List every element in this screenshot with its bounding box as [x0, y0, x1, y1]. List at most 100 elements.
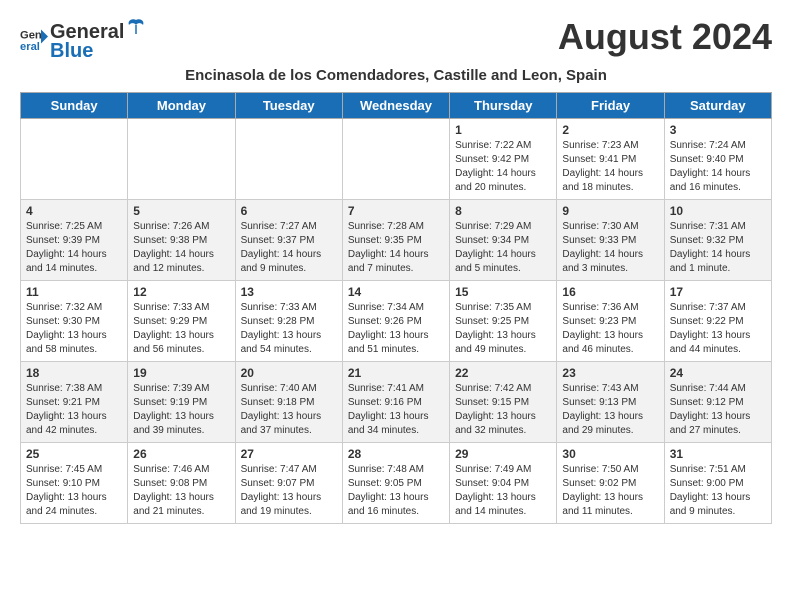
- table-row: 20Sunrise: 7:40 AM Sunset: 9:18 PM Dayli…: [235, 362, 342, 443]
- table-row: [342, 119, 449, 200]
- header-wednesday: Wednesday: [342, 93, 449, 119]
- day-info: Sunrise: 7:44 AM Sunset: 9:12 PM Dayligh…: [670, 382, 766, 438]
- week-row-3: 11 Sunrise: 7:32 AM Sunset: 9:30 PM Dayli…: [21, 281, 772, 362]
- table-row: 12 Sunrise: 7:33 AM Sunset: 9:29 PM Dayli…: [128, 281, 235, 362]
- day-number: 12: [133, 285, 229, 299]
- day-number: 17: [670, 285, 766, 299]
- header-sunday: Sunday: [21, 93, 128, 119]
- day-number: 7: [348, 204, 444, 218]
- table-row: 25 Sunrise: 7:45 AM Sunset: 9:10 PM Dayli…: [21, 443, 128, 524]
- week-row-4: 18 Sunrise: 7:38 AM Sunset: 9:21 PM Dayli…: [21, 362, 772, 443]
- day-number: 29: [455, 447, 551, 461]
- day-info: Sunrise: 7:48 AM Sunset: 9:05 PM Dayligh…: [348, 463, 444, 519]
- logo-text: General Blue: [50, 16, 148, 63]
- day-info: Sunrise: 7:25 AM Sunset: 9:39 PM Dayligh…: [26, 220, 122, 276]
- week-row-5: 25 Sunrise: 7:45 AM Sunset: 9:10 PM Dayli…: [21, 443, 772, 524]
- header-tuesday: Tuesday: [235, 93, 342, 119]
- table-row: 1 Sunrise: 7:22 AM Sunset: 9:42 PM Daylig…: [450, 119, 557, 200]
- logo-bird-icon: [125, 16, 147, 38]
- day-number: 28: [348, 447, 444, 461]
- day-number: 1: [455, 123, 551, 137]
- table-row: 4Sunrise: 7:25 AM Sunset: 9:39 PM Daylig…: [21, 200, 128, 281]
- day-info: Sunrise: 7:31 AM Sunset: 9:32 PM Dayligh…: [670, 220, 766, 276]
- day-number: 11: [26, 285, 122, 299]
- table-row: 22Sunrise: 7:42 AM Sunset: 9:15 PM Dayli…: [450, 362, 557, 443]
- day-number: 26: [133, 447, 229, 461]
- day-number: 27: [241, 447, 337, 461]
- table-row: 18 Sunrise: 7:38 AM Sunset: 9:21 PM Dayli…: [21, 362, 128, 443]
- day-number: 14: [348, 285, 444, 299]
- table-row: 19Sunrise: 7:39 AM Sunset: 9:19 PM Dayli…: [128, 362, 235, 443]
- day-info: Sunrise: 7:28 AM Sunset: 9:35 PM Dayligh…: [348, 220, 444, 276]
- day-info: Sunrise: 7:49 AM Sunset: 9:04 PM Dayligh…: [455, 463, 551, 519]
- table-row: 31 Sunrise: 7:51 AM Sunset: 9:00 PM Dayli…: [664, 443, 771, 524]
- day-number: 23: [562, 366, 658, 380]
- day-info: Sunrise: 7:50 AM Sunset: 9:02 PM Dayligh…: [562, 463, 658, 519]
- day-number: 3: [670, 123, 766, 137]
- table-row: 17 Sunrise: 7:37 AM Sunset: 9:22 PM Dayli…: [664, 281, 771, 362]
- logo: Gen eral General Blue: [20, 16, 148, 63]
- table-row: 28 Sunrise: 7:48 AM Sunset: 9:05 PM Dayli…: [342, 443, 449, 524]
- table-row: 26 Sunrise: 7:46 AM Sunset: 9:08 PM Dayli…: [128, 443, 235, 524]
- table-row: 7 Sunrise: 7:28 AM Sunset: 9:35 PM Daylig…: [342, 200, 449, 281]
- table-row: [235, 119, 342, 200]
- table-row: 27Sunrise: 7:47 AM Sunset: 9:07 PM Dayli…: [235, 443, 342, 524]
- location-title: Encinasola de los Comendadores, Castille…: [20, 67, 772, 84]
- table-row: 23 Sunrise: 7:43 AM Sunset: 9:13 PM Dayli…: [557, 362, 664, 443]
- table-row: 24Sunrise: 7:44 AM Sunset: 9:12 PM Dayli…: [664, 362, 771, 443]
- table-row: 3 Sunrise: 7:24 AM Sunset: 9:40 PM Daylig…: [664, 119, 771, 200]
- day-info: Sunrise: 7:29 AM Sunset: 9:34 PM Dayligh…: [455, 220, 551, 276]
- day-info: Sunrise: 7:27 AM Sunset: 9:37 PM Dayligh…: [241, 220, 337, 276]
- table-row: 6Sunrise: 7:27 AM Sunset: 9:37 PM Daylig…: [235, 200, 342, 281]
- table-row: 11 Sunrise: 7:32 AM Sunset: 9:30 PM Dayli…: [21, 281, 128, 362]
- day-info: Sunrise: 7:36 AM Sunset: 9:23 PM Dayligh…: [562, 301, 658, 357]
- header: Gen eral General Blue August 2024: [20, 16, 772, 63]
- day-info: Sunrise: 7:45 AM Sunset: 9:10 PM Dayligh…: [26, 463, 122, 519]
- week-row-1: 1 Sunrise: 7:22 AM Sunset: 9:42 PM Daylig…: [21, 119, 772, 200]
- day-info: Sunrise: 7:33 AM Sunset: 9:29 PM Dayligh…: [133, 301, 229, 357]
- table-row: 10 Sunrise: 7:31 AM Sunset: 9:32 PM Dayli…: [664, 200, 771, 281]
- day-number: 25: [26, 447, 122, 461]
- day-number: 10: [670, 204, 766, 218]
- svg-text:eral: eral: [20, 40, 40, 52]
- day-info: Sunrise: 7:43 AM Sunset: 9:13 PM Dayligh…: [562, 382, 658, 438]
- day-info: Sunrise: 7:22 AM Sunset: 9:42 PM Dayligh…: [455, 139, 551, 195]
- table-row: 14 Sunrise: 7:34 AM Sunset: 9:26 PM Dayli…: [342, 281, 449, 362]
- day-info: Sunrise: 7:26 AM Sunset: 9:38 PM Dayligh…: [133, 220, 229, 276]
- header-saturday: Saturday: [664, 93, 771, 119]
- table-row: 21Sunrise: 7:41 AM Sunset: 9:16 PM Dayli…: [342, 362, 449, 443]
- table-row: 15 Sunrise: 7:35 AM Sunset: 9:25 PM Dayli…: [450, 281, 557, 362]
- month-year-title: August 2024: [558, 16, 772, 58]
- week-row-2: 4Sunrise: 7:25 AM Sunset: 9:39 PM Daylig…: [21, 200, 772, 281]
- day-number: 8: [455, 204, 551, 218]
- day-info: Sunrise: 7:40 AM Sunset: 9:18 PM Dayligh…: [241, 382, 337, 438]
- table-row: 16Sunrise: 7:36 AM Sunset: 9:23 PM Dayli…: [557, 281, 664, 362]
- day-info: Sunrise: 7:32 AM Sunset: 9:30 PM Dayligh…: [26, 301, 122, 357]
- header-monday: Monday: [128, 93, 235, 119]
- day-info: Sunrise: 7:38 AM Sunset: 9:21 PM Dayligh…: [26, 382, 122, 438]
- header-thursday: Thursday: [450, 93, 557, 119]
- day-info: Sunrise: 7:24 AM Sunset: 9:40 PM Dayligh…: [670, 139, 766, 195]
- day-info: Sunrise: 7:41 AM Sunset: 9:16 PM Dayligh…: [348, 382, 444, 438]
- day-info: Sunrise: 7:33 AM Sunset: 9:28 PM Dayligh…: [241, 301, 337, 357]
- table-row: 13 Sunrise: 7:33 AM Sunset: 9:28 PM Dayli…: [235, 281, 342, 362]
- page-container: Gen eral General Blue August 2024 Encina…: [0, 0, 792, 540]
- day-info: Sunrise: 7:51 AM Sunset: 9:00 PM Dayligh…: [670, 463, 766, 519]
- day-number: 18: [26, 366, 122, 380]
- day-number: 31: [670, 447, 766, 461]
- day-number: 13: [241, 285, 337, 299]
- table-row: 8 Sunrise: 7:29 AM Sunset: 9:34 PM Daylig…: [450, 200, 557, 281]
- table-row: [21, 119, 128, 200]
- day-number: 15: [455, 285, 551, 299]
- day-info: Sunrise: 7:46 AM Sunset: 9:08 PM Dayligh…: [133, 463, 229, 519]
- day-info: Sunrise: 7:35 AM Sunset: 9:25 PM Dayligh…: [455, 301, 551, 357]
- day-number: 22: [455, 366, 551, 380]
- day-info: Sunrise: 7:23 AM Sunset: 9:41 PM Dayligh…: [562, 139, 658, 195]
- table-row: 30 Sunrise: 7:50 AM Sunset: 9:02 PM Dayli…: [557, 443, 664, 524]
- day-info: Sunrise: 7:34 AM Sunset: 9:26 PM Dayligh…: [348, 301, 444, 357]
- day-number: 30: [562, 447, 658, 461]
- table-row: 9Sunrise: 7:30 AM Sunset: 9:33 PM Daylig…: [557, 200, 664, 281]
- day-info: Sunrise: 7:37 AM Sunset: 9:22 PM Dayligh…: [670, 301, 766, 357]
- day-number: 19: [133, 366, 229, 380]
- day-number: 5: [133, 204, 229, 218]
